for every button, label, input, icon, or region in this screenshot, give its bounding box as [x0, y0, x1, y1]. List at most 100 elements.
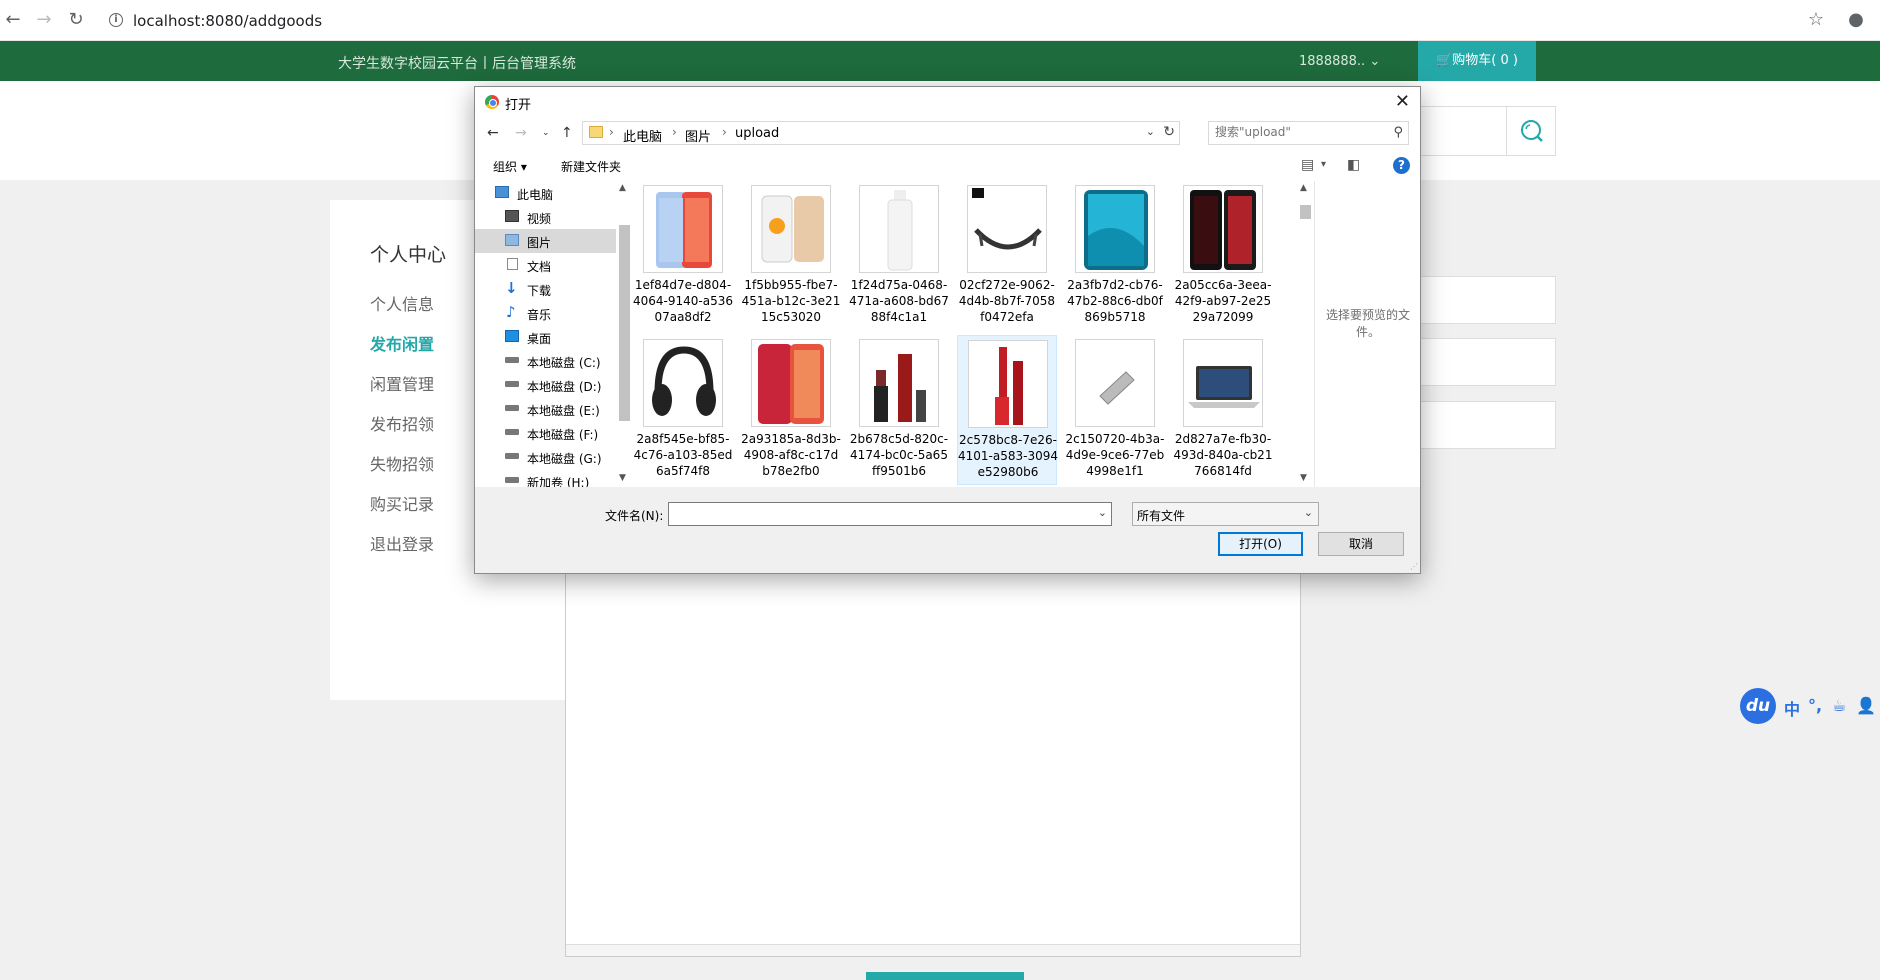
file-name: 1ef84d7e-d804-4064-9140-a53607aa8df2 — [633, 278, 733, 324]
scroll-up-icon[interactable]: ▲ — [619, 183, 626, 193]
navigation-pane[interactable]: 此电脑 视频 图片 文档 ↓ 下载 ♪ 音乐 桌面 本地磁盘 (C:) 本地磁盘… — [475, 181, 616, 487]
site-search-button[interactable] — [1506, 106, 1556, 156]
site-info-icon[interactable]: i — [109, 13, 123, 27]
rich-text-editor[interactable] — [565, 545, 1301, 957]
forward-icon[interactable]: → — [34, 10, 54, 30]
file-type-select[interactable]: 所有文件 ⌄ — [1132, 502, 1319, 526]
nav-item-drive-e[interactable]: 本地磁盘 (E:) — [475, 397, 616, 421]
video-folder-icon — [505, 210, 519, 222]
back-arrow-icon[interactable]: ← — [487, 125, 499, 141]
nav-item-desktop[interactable]: 桌面 — [475, 325, 616, 349]
close-icon[interactable]: ✕ — [1395, 91, 1410, 112]
ime-logo-icon[interactable]: du — [1740, 688, 1776, 724]
nav-item-drive-d[interactable]: 本地磁盘 (D:) — [475, 373, 616, 397]
dialog-titlebar[interactable]: 打开 ✕ — [475, 87, 1420, 117]
ime-user-icon[interactable]: 👤 — [1856, 696, 1876, 715]
breadcrumb-computer[interactable]: 此电脑 — [623, 126, 662, 145]
chevron-down-icon[interactable]: ▾ — [1321, 159, 1326, 170]
sidebar-item-purchases[interactable]: 购买记录 — [370, 491, 434, 515]
file-item[interactable]: 2a8f545e-bf85-4c76-a103-85ed6a5f74f8 — [633, 335, 733, 485]
file-item[interactable]: 2a93185a-8d3b-4908-af8c-c17db78e2fb0 — [741, 335, 841, 485]
chevron-right-icon: › — [609, 125, 614, 139]
breadcrumb-pictures[interactable]: 图片 — [685, 126, 711, 145]
file-item[interactable]: 1ef84d7e-d804-4064-9140-a53607aa8df2 — [633, 181, 733, 331]
file-list[interactable]: 1ef84d7e-d804-4064-9140-a53607aa8df2 1f5… — [633, 181, 1297, 487]
help-icon[interactable]: ? — [1393, 157, 1410, 174]
back-icon[interactable]: ← — [3, 10, 23, 30]
preview-pane-icon[interactable]: ◧ — [1347, 157, 1360, 173]
nav-item-label: 下载 — [527, 284, 552, 298]
sidebar-item-profile[interactable]: 个人信息 — [370, 291, 434, 315]
reload-icon[interactable]: ↻ — [66, 10, 86, 30]
nav-item-computer[interactable]: 此电脑 — [475, 181, 616, 205]
scroll-thumb[interactable] — [1300, 205, 1311, 219]
path-bar[interactable]: › 此电脑 › 图片 › upload ⌄ ↻ — [582, 121, 1180, 145]
address-bar[interactable]: localhost:8080/addgoods — [133, 12, 322, 30]
file-scrollbar[interactable]: ▲ ▼ — [1297, 181, 1314, 487]
sidebar-item-logout[interactable]: 退出登录 — [370, 531, 434, 555]
recent-dropdown-icon[interactable]: ⌄ — [542, 128, 550, 138]
file-item[interactable]: 02cf272e-9062-4d4b-8b7f-7058f0472efa — [957, 181, 1057, 331]
open-button[interactable]: 打开(O) — [1218, 532, 1303, 556]
nav-item-documents[interactable]: 文档 — [475, 253, 616, 277]
profile-icon[interactable]: ● — [1846, 10, 1866, 30]
chevron-down-icon[interactable]: ⌄ — [1098, 506, 1107, 519]
organize-button[interactable]: 组织 ▾ — [493, 158, 527, 175]
dialog-search-input[interactable] — [1215, 125, 1385, 139]
bookmark-star-icon[interactable]: ☆ — [1806, 10, 1826, 30]
user-menu[interactable]: 1888888.. ⌄ — [1299, 54, 1380, 69]
new-folder-button[interactable]: 新建文件夹 — [561, 158, 621, 175]
user-name: 1888888.. — [1299, 54, 1366, 69]
ime-skin-icon[interactable]: ☕ — [1832, 696, 1846, 715]
file-item[interactable]: 1f24d75a-0468-471a-a608-bd6788f4c1a1 — [849, 181, 949, 331]
nav-item-pictures[interactable]: 图片 — [475, 229, 616, 253]
sidebar-item-idle-manage[interactable]: 闲置管理 — [370, 371, 434, 395]
file-item[interactable]: 2d827a7e-fb30-493d-840a-cb21766814fd — [1173, 335, 1273, 485]
nav-item-drive-g[interactable]: 本地磁盘 (G:) — [475, 445, 616, 469]
editor-resize-bar[interactable] — [566, 944, 1300, 956]
scroll-down-icon[interactable]: ▼ — [619, 473, 626, 483]
resize-grip-icon[interactable]: ⋰ — [1410, 562, 1418, 571]
file-item[interactable]: 2c150720-4b3a-4d9e-9ce6-77eb4998e1f1 — [1065, 335, 1165, 485]
nav-item-downloads[interactable]: ↓ 下载 — [475, 277, 616, 301]
form-input-3[interactable] — [1420, 401, 1556, 449]
chevron-down-icon[interactable]: ⌄ — [1146, 125, 1155, 138]
cancel-button[interactable]: 取消 — [1318, 532, 1404, 556]
site-title[interactable]: 大学生数字校园云平台丨后台管理系统 — [338, 53, 576, 73]
cart-button[interactable]: 🛒购物车( 0 ) — [1418, 41, 1536, 81]
file-item-hovered[interactable]: 2c578bc8-7e26-4101-a583-3094e52980b6 — [957, 335, 1058, 485]
forward-arrow-icon[interactable]: → — [515, 125, 527, 141]
ime-toolbar: du 中 °, ☕ 👤 — [1740, 688, 1880, 724]
site-search-input[interactable] — [1420, 106, 1506, 156]
nav-scrollbar[interactable]: ▲ ▼ — [616, 181, 633, 487]
nav-item-drive-f[interactable]: 本地磁盘 (F:) — [475, 421, 616, 445]
ime-chinese-toggle[interactable]: 中 — [1784, 696, 1800, 720]
form-input-1[interactable] — [1420, 276, 1556, 324]
breadcrumb-upload[interactable]: upload — [735, 126, 779, 141]
refresh-icon[interactable]: ↻ — [1163, 124, 1175, 140]
sidebar-item-lost-found[interactable]: 失物招领 — [370, 451, 434, 475]
scroll-thumb[interactable] — [619, 225, 630, 421]
view-options-icon[interactable]: ▤ — [1301, 157, 1314, 173]
nav-item-music[interactable]: ♪ 音乐 — [475, 301, 616, 325]
file-item[interactable]: 2a3fb7d2-cb76-47b2-88c6-db0f869b5718 — [1065, 181, 1165, 331]
nav-item-drive-c[interactable]: 本地磁盘 (C:) — [475, 349, 616, 373]
file-item[interactable]: 2b678c5d-820c-4174-bc0c-5a65ff9501b6 — [849, 335, 949, 485]
nav-item-label: 此电脑 — [517, 188, 554, 202]
filename-input[interactable]: ⌄ — [668, 502, 1112, 526]
file-item[interactable]: 2a05cc6a-3eea-42f9-ab97-2e2529a72099 — [1173, 181, 1273, 331]
nav-item-label: 音乐 — [527, 308, 552, 322]
nav-item-drive-h[interactable]: 新加卷 (H:) — [475, 469, 616, 487]
scroll-down-icon[interactable]: ▼ — [1300, 473, 1307, 483]
dialog-search[interactable]: ⚲ — [1208, 121, 1409, 145]
nav-item-videos[interactable]: 视频 — [475, 205, 616, 229]
ime-punct-toggle[interactable]: °, — [1808, 696, 1822, 715]
sidebar-item-post-found[interactable]: 发布招领 — [370, 411, 434, 435]
scroll-up-icon[interactable]: ▲ — [1300, 183, 1307, 193]
file-item[interactable]: 1f5bb955-fbe7-451a-b12c-3e2115c53020 — [741, 181, 841, 331]
file-open-dialog: 打开 ✕ ← → ⌄ ↑ › 此电脑 › 图片 › upload ⌄ ↻ ⚲ 组… — [474, 86, 1421, 574]
submit-button[interactable] — [866, 972, 1024, 980]
form-input-2[interactable] — [1420, 338, 1556, 386]
sidebar-item-post-idle[interactable]: 发布闲置 — [370, 331, 434, 355]
up-arrow-icon[interactable]: ↑ — [561, 125, 573, 141]
